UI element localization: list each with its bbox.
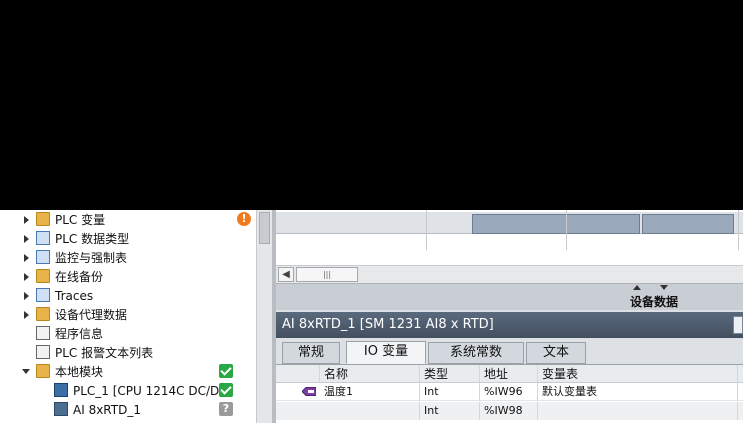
tree-item-alarm-texts[interactable]: PLC 报警文本列表 <box>0 343 256 362</box>
scrollbar-thumb[interactable] <box>259 212 270 244</box>
program-info-icon <box>36 326 50 340</box>
plc-datatypes-folder-icon <box>36 231 50 245</box>
expand-arrow-icon[interactable] <box>21 291 31 301</box>
tree-item-label: Traces <box>55 288 94 303</box>
cell-tag-table[interactable] <box>538 402 738 420</box>
tree-item-plc-tags[interactable]: PLC 变量 ! <box>0 210 256 229</box>
tree-item-online-backups[interactable]: 在线备份 <box>0 267 256 286</box>
tree-item-device-proxy[interactable]: 设备代理数据 <box>0 305 256 324</box>
column-header-address[interactable]: 地址 <box>480 365 538 383</box>
watch-force-tables-folder-icon <box>36 250 50 264</box>
unknown-status-icon: ? <box>219 402 233 416</box>
tree-item-plc1[interactable]: PLC_1 [CPU 1214C DC/D... <box>0 381 256 400</box>
tab-system-constants[interactable]: 系统常数 <box>428 342 524 364</box>
expand-arrow-icon[interactable] <box>21 310 31 320</box>
inspector-title: AI 8xRTD_1 [SM 1231 AI8 x RTD] <box>282 317 494 332</box>
black-masked-area <box>0 0 743 210</box>
device-proxy-data-folder-icon <box>36 307 50 321</box>
device-data-bar[interactable]: 设备数据 <box>276 283 743 310</box>
table-header-row: 名称 类型 地址 变量表 <box>276 365 743 383</box>
inspector-panel: AI 8xRTD_1 [SM 1231 AI8 x RTD] 常规 IO 变量 … <box>276 310 743 423</box>
online-backups-folder-icon <box>36 269 50 283</box>
inspector-title-bar: AI 8xRTD_1 [SM 1231 AI8 x RTD] <box>276 312 743 338</box>
tree-item-label: 监控与强制表 <box>55 251 128 265</box>
expand-arrow-icon[interactable] <box>21 234 31 244</box>
tree-item-label: PLC_1 [CPU 1214C DC/D... <box>73 383 231 398</box>
ok-check-icon <box>219 364 233 378</box>
cell-name[interactable]: 温度1 <box>320 383 420 401</box>
tab-texts[interactable]: 文本 <box>526 342 586 364</box>
column-header-name[interactable]: 名称 <box>320 365 420 383</box>
table-row[interactable]: 温度1 Int %IW96 默认变量表 <box>276 383 743 401</box>
tree-item-local-modules[interactable]: 本地模块 <box>0 362 256 381</box>
expand-down-icon[interactable] <box>660 285 668 290</box>
tree-item-traces[interactable]: Traces <box>0 286 256 305</box>
expand-arrow-icon[interactable] <box>21 253 31 263</box>
rack-divider <box>566 210 567 250</box>
tree-item-plc-datatypes[interactable]: PLC 数据类型 <box>0 229 256 248</box>
tag-icon <box>302 387 316 396</box>
tab-general[interactable]: 常规 <box>282 342 340 364</box>
tree-item-label: 程序信息 <box>55 327 104 341</box>
tree-item-label: 本地模块 <box>55 365 104 379</box>
rack-module-slot[interactable] <box>642 214 734 234</box>
tree-item-label: PLC 数据类型 <box>55 232 130 246</box>
tab-io-tags[interactable]: IO 变量 <box>346 341 426 364</box>
column-header-tag-table[interactable]: 变量表 <box>538 365 738 383</box>
device-view-canvas[interactable] <box>276 210 743 265</box>
column-header-type[interactable]: 类型 <box>420 365 480 383</box>
tree-item-program-info[interactable]: 程序信息 <box>0 324 256 343</box>
tree-item-label: PLC 报警文本列表 <box>55 346 154 360</box>
side-panel-toggle-icon[interactable] <box>733 316 743 334</box>
cell-tag-table[interactable]: 默认变量表 <box>538 383 738 401</box>
local-modules-folder-icon <box>36 364 50 378</box>
plc-tags-folder-icon <box>36 212 50 226</box>
cell-type[interactable]: Int <box>420 402 480 420</box>
device-data-label: 设备数据 <box>630 295 679 309</box>
warning-icon: ! <box>237 212 251 226</box>
header-spacer <box>276 365 320 383</box>
cell-name[interactable] <box>320 402 420 420</box>
rack-module-slot[interactable] <box>472 214 640 234</box>
rack-divider <box>738 210 739 250</box>
cell-address[interactable]: %IW98 <box>480 402 538 420</box>
project-tree: PLC 变量 ! PLC 数据类型 监控与强制表 在线备份 Traces 设备代… <box>0 210 256 423</box>
device-view-horizontal-scrollbar[interactable]: ◀ ||| <box>276 265 743 283</box>
inspector-tabs: 常规 IO 变量 系统常数 文本 <box>276 340 743 364</box>
expand-arrow-icon[interactable] <box>21 215 31 225</box>
tree-item-label: AI 8xRTD_1 <box>73 402 141 417</box>
tree-item-ai8xrtd[interactable]: AI 8xRTD_1 ? <box>0 400 256 419</box>
cpu-icon <box>54 383 68 397</box>
traces-folder-icon <box>36 288 50 302</box>
table-row[interactable]: Int %IW98 <box>276 402 743 420</box>
cell-address[interactable]: %IW96 <box>480 383 538 401</box>
alarm-text-list-icon <box>36 345 50 359</box>
expand-arrow-icon[interactable] <box>21 272 31 282</box>
io-tags-table: 名称 类型 地址 变量表 温度1 Int %IW96 默认变量表 Int %IW… <box>276 364 743 423</box>
collapse-up-icon[interactable] <box>633 285 641 290</box>
cell-type[interactable]: Int <box>420 383 480 401</box>
scroll-left-button[interactable]: ◀ <box>278 267 294 282</box>
tree-vertical-scrollbar[interactable] <box>256 210 272 423</box>
scrollbar-thumb[interactable]: ||| <box>296 267 358 282</box>
tree-item-label: 设备代理数据 <box>55 308 128 322</box>
rack-rail <box>276 212 743 234</box>
tree-item-label: 在线备份 <box>55 270 104 284</box>
rack-divider <box>426 210 427 250</box>
module-icon <box>54 402 68 416</box>
ok-check-icon <box>219 383 233 397</box>
collapse-arrow-icon[interactable] <box>21 367 31 377</box>
tree-item-label: PLC 变量 <box>55 213 106 227</box>
tree-item-watch-tables[interactable]: 监控与强制表 <box>0 248 256 267</box>
